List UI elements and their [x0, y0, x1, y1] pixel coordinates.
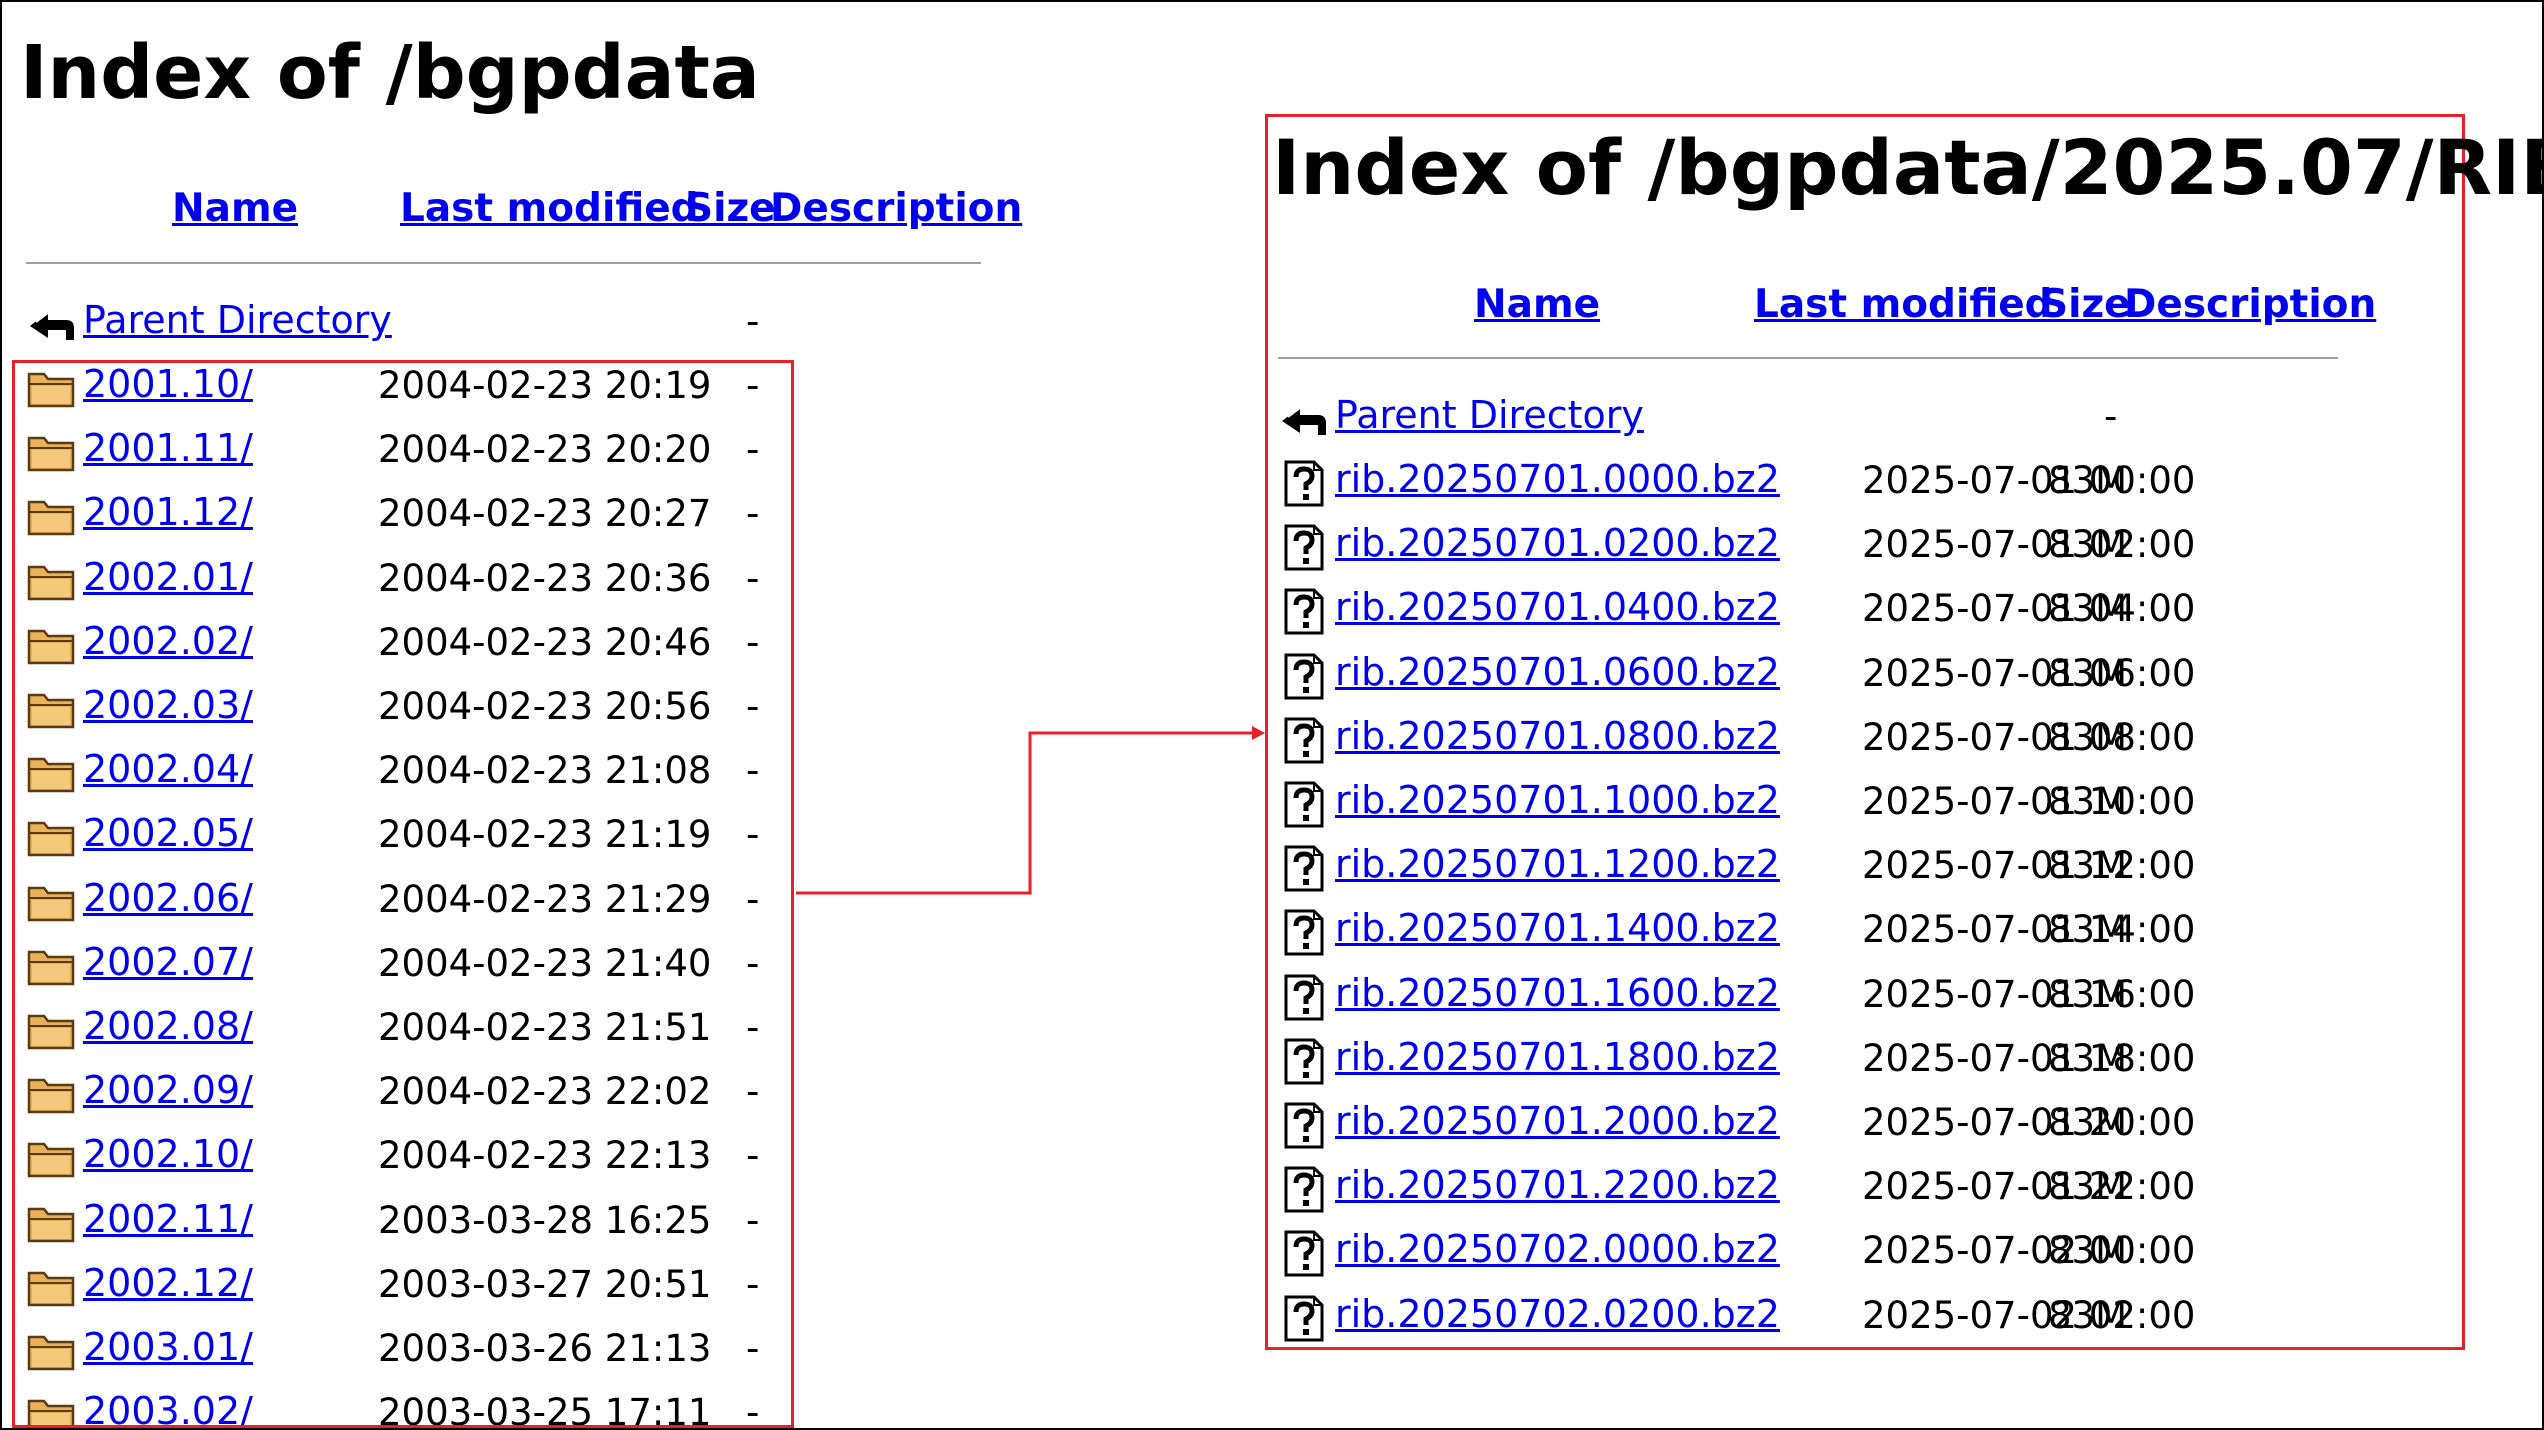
screenshot-frame: Index of /bgpdata Name Last modified Siz…	[0, 0, 2544, 1430]
connector-arrow	[796, 726, 1265, 895]
